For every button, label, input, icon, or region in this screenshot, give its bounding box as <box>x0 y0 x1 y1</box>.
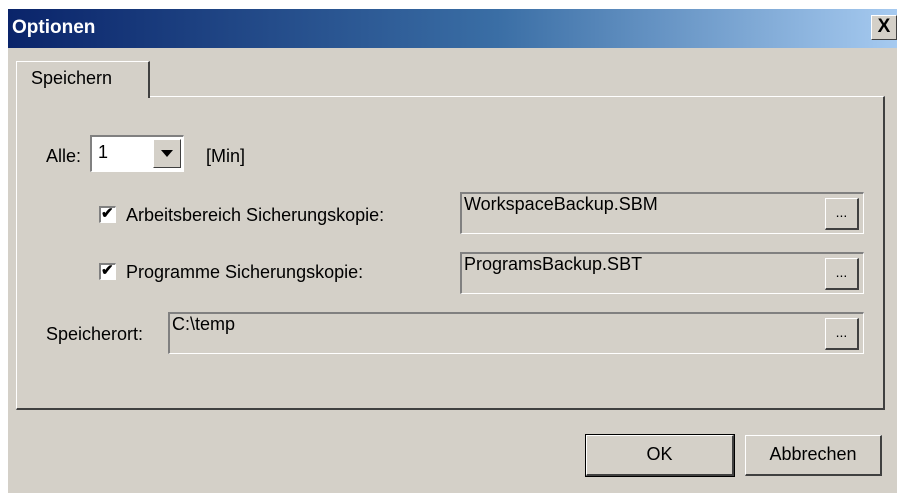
workspace-backup-browse-button[interactable]: ... <box>825 198 859 230</box>
tab-speichern[interactable]: Speichern <box>16 61 150 98</box>
workspace-backup-field[interactable]: WorkspaceBackup.SBM <box>460 192 864 234</box>
programs-backup-field[interactable]: ProgramsBackup.SBT <box>460 252 864 294</box>
interval-combobox[interactable]: 1 <box>90 135 184 172</box>
close-icon: X <box>877 16 891 37</box>
location-field[interactable]: C:\temp <box>168 312 864 354</box>
check-icon: ✔ <box>101 262 114 279</box>
close-button[interactable]: X <box>871 15 897 40</box>
location-value: C:\temp <box>172 314 236 334</box>
interval-value: 1 <box>98 142 109 162</box>
workspace-backup-label: Arbeitsbereich Sicherungskopie: <box>126 205 385 225</box>
dropdown-button[interactable] <box>153 139 181 168</box>
ok-button[interactable]: OK <box>585 434 735 477</box>
programs-backup-label: Programme Sicherungskopie: <box>126 262 364 282</box>
interval-unit: [Min] <box>206 146 246 166</box>
title-bar[interactable]: Optionen <box>8 9 897 48</box>
location-browse-button[interactable]: ... <box>825 318 859 350</box>
chevron-down-icon <box>161 150 173 157</box>
cancel-button[interactable]: Abbrechen <box>745 435 882 476</box>
tab-label: Speichern <box>31 68 113 88</box>
programs-backup-checkbox[interactable]: ✔ <box>99 262 116 280</box>
programs-backup-value: ProgramsBackup.SBT <box>464 254 643 274</box>
workspace-backup-checkbox[interactable]: ✔ <box>99 205 116 223</box>
workspace-backup-value: WorkspaceBackup.SBM <box>464 194 658 214</box>
check-icon: ✔ <box>101 205 114 222</box>
programs-backup-browse-button[interactable]: ... <box>825 258 859 290</box>
location-label: Speicherort: <box>46 324 144 344</box>
interval-label: Alle: <box>46 146 82 166</box>
window-title: Optionen <box>12 17 96 38</box>
